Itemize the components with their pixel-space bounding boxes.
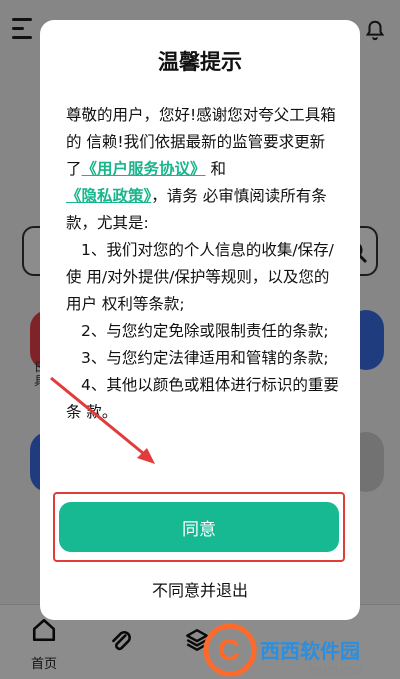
agree-button[interactable]: 同意 bbox=[59, 502, 339, 552]
decline-exit-button[interactable]: 不同意并退出 bbox=[40, 577, 360, 601]
clause-item: 3、与您约定法律适用和管辖的条款; bbox=[81, 349, 329, 367]
annotation-arrow-icon bbox=[50, 376, 155, 464]
watermark-url: CR173.COM bbox=[310, 666, 362, 676]
watermark-brand: 西西软件园 bbox=[260, 639, 360, 663]
intro-paragraph: 尊敬的用户，您好!感谢您对夸父工具箱的 信赖!我们依据最新的监管要求更新了《用户… bbox=[66, 102, 340, 237]
site-watermark-logo: C 西西软件园 CR173.COM bbox=[203, 623, 362, 677]
privacy-dialog: 温馨提示 尊敬的用户，您好!感谢您对夸父工具箱的 信赖!我们依据最新的监管要求更… bbox=[40, 20, 360, 620]
clause-item: 1、我们对您的个人信息的收集/保存/使 用/对外提供/保护等规则，以及您的用户 … bbox=[66, 241, 334, 313]
svg-text:C: C bbox=[218, 634, 240, 667]
user-agreement-link[interactable]: 《用户服务协议》 bbox=[82, 160, 206, 178]
privacy-policy-link[interactable]: 《隐私政策》 bbox=[66, 187, 151, 205]
agree-highlight-box: 同意 bbox=[53, 492, 345, 562]
dialog-title: 温馨提示 bbox=[158, 50, 242, 74]
and-text: 和 bbox=[210, 160, 226, 178]
clause-item: 2、与您约定免除或限制责任的条款; bbox=[81, 322, 329, 340]
